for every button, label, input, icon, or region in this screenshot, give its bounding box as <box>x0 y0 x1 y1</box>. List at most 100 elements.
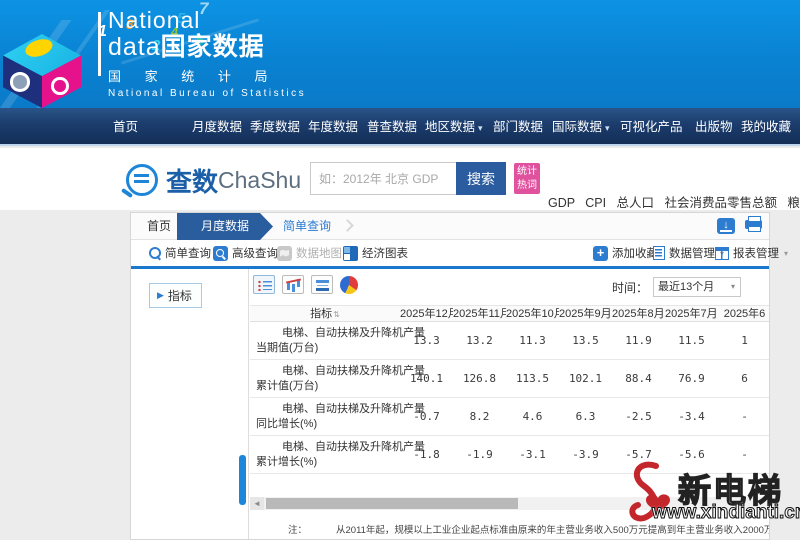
caret-down-icon: ▾ <box>784 249 788 258</box>
nav-item-quarterly[interactable]: 季度数据 <box>250 108 300 146</box>
download-icon[interactable]: ↓ <box>717 218 735 234</box>
nav-item-departments[interactable]: 部门数据 <box>493 108 543 146</box>
query-panel: 首页 月度数据 简单查询 ↓ 简单查询 高级查询 数据地图 经济图表 +添加收藏… <box>130 212 770 540</box>
cell-value: -2.5 <box>612 410 665 423</box>
column-header[interactable]: 2025年9月⇅ <box>559 306 612 321</box>
scroll-left-arrow-icon[interactable]: ◄ <box>250 497 264 510</box>
search-input[interactable] <box>310 162 456 195</box>
plus-icon: + <box>593 246 608 261</box>
column-header[interactable]: 2025年12月⇅ <box>400 306 453 321</box>
nav-item-publications[interactable]: 出版物 <box>695 108 733 146</box>
logo-divider-bar <box>98 12 101 76</box>
indicator-tree-button[interactable]: ▶指标 <box>149 283 202 308</box>
cell-value: 4.6 <box>506 410 559 423</box>
breadcrumb-simple-query[interactable]: 简单查询 <box>283 213 331 240</box>
column-header[interactable]: 2025年6 <box>718 306 769 321</box>
data-map-button[interactable]: 数据地图 <box>277 240 342 266</box>
chashu-search-bar: 查数 ChaShu 搜索 统计 热词 GDP CPI 总人口 社会消费品零售总额… <box>0 148 800 210</box>
column-header[interactable]: 2025年7月⇅ <box>665 306 718 321</box>
cell-value: -1.9 <box>453 448 506 461</box>
footnote: 注： 从2011年起，规模以上工业企业起点标准由原来的年主营业务收入500万元提… <box>250 519 769 539</box>
cube-swirl <box>51 77 68 95</box>
chashu-brand-cn: 查数 <box>166 162 218 199</box>
column-header[interactable]: 2025年10月⇅ <box>506 306 559 321</box>
economic-charts-button[interactable]: 经济图表 <box>343 240 408 266</box>
pie-chart-view-icon[interactable] <box>340 276 358 294</box>
advanced-search-icon <box>213 246 228 261</box>
column-header[interactable]: 2025年11月⇅ <box>453 306 506 321</box>
cell-value: -0.7 <box>400 410 453 423</box>
search-button[interactable]: 搜索 <box>456 162 506 195</box>
table-row: 电梯、自动扶梯及升降机产量同比增长(%) -0.7 8.2 4.6 6.3 -2… <box>250 398 769 436</box>
caret-down-icon: ▾ <box>731 278 735 296</box>
cell-value: -3.1 <box>506 448 559 461</box>
chashu-brand: 查数 ChaShu <box>126 162 301 198</box>
nav-item-international[interactable]: 国际数据▾ <box>552 108 610 146</box>
cell-value: 13.5 <box>559 334 612 347</box>
tab-monthly-data[interactable]: 月度数据 <box>177 213 273 240</box>
cell-value: 76.9 <box>665 372 718 385</box>
cell-value: 102.1 <box>559 372 612 385</box>
hot-words-badge: 统计 热词 <box>514 163 540 194</box>
vertical-scrollbar-thumb[interactable] <box>239 455 246 505</box>
arrow-right-icon: ▶ <box>157 290 164 301</box>
data-table-area: 时间： 最近13个月▾ 指标⇅ 2025年12月⇅ 2025年11月⇅ 2025… <box>250 269 769 539</box>
nav-item-visualization[interactable]: 可视化产品 <box>620 108 683 146</box>
row-label: 电梯、自动扶梯及升降机产量当期值(万台) <box>250 326 400 356</box>
time-range-control: 时间： 最近13个月▾ <box>612 277 741 297</box>
chashu-brand-en: ChaShu <box>218 167 301 194</box>
brand-chinese: 国家数据 <box>161 33 265 61</box>
nav-item-favorites[interactable]: 我的收藏 <box>741 108 791 146</box>
nav-item-home[interactable]: 首页 <box>113 108 138 146</box>
time-range-label: 时间： <box>612 279 648 296</box>
bureau-name-cn: 国 家 统 计 局 <box>108 66 306 85</box>
map-icon <box>277 246 292 261</box>
advanced-query-button[interactable]: 高级查询 <box>213 240 278 266</box>
site-logo-text: National data国家数据 国 家 统 计 局 National Bur… <box>108 8 306 99</box>
data-manage-button[interactable]: 数据管理▾ <box>653 240 724 266</box>
column-header[interactable]: 2025年8月⇅ <box>612 306 665 321</box>
bar-chart-view-icon[interactable] <box>282 275 304 294</box>
cell-value: 11.9 <box>612 334 665 347</box>
cell-value: 88.4 <box>612 372 665 385</box>
cell-value: -5.7 <box>612 448 665 461</box>
view-toggle-group <box>253 275 358 294</box>
table-row: 电梯、自动扶梯及升降机产量累计增长(%) -1.8 -1.9 -3.1 -3.9… <box>250 436 769 474</box>
query-toolbar: 简单查询 高级查询 数据地图 经济图表 +添加收藏 数据管理▾ 报表管理▾ <box>131 240 769 266</box>
nav-item-monthly[interactable]: 月度数据 <box>192 108 242 146</box>
horizontal-scrollbar-thumb[interactable] <box>266 498 518 509</box>
nbs-cube-logo <box>3 34 81 108</box>
footnote-prefix: 注： <box>288 522 307 536</box>
brand-english-line1: National <box>108 8 306 33</box>
nav-item-census[interactable]: 普查数据 <box>367 108 417 146</box>
sort-icon: ⇅ <box>333 310 340 319</box>
time-range-select[interactable]: 最近13个月▾ <box>653 277 741 297</box>
document-icon <box>653 246 665 260</box>
cell-value: -3.4 <box>665 410 718 423</box>
cell-value: 6.3 <box>559 410 612 423</box>
cell-value: 11.3 <box>506 334 559 347</box>
row-label: 电梯、自动扶梯及升降机产量累计增长(%) <box>250 440 400 470</box>
footnote-text: 从2011年起，规模以上工业企业起点标准由原来的年主营业务收入500万元提高到年… <box>336 522 769 536</box>
report-manage-button[interactable]: 报表管理▾ <box>715 240 788 266</box>
nav-item-regional[interactable]: 地区数据▾ <box>425 108 483 146</box>
horizontal-scrollbar[interactable]: ◄ <box>250 497 769 510</box>
simple-query-button[interactable]: 简单查询 <box>149 240 211 266</box>
table-grid-icon <box>715 247 729 260</box>
nav-item-annual[interactable]: 年度数据 <box>308 108 358 146</box>
hbar-chart-view-icon[interactable] <box>311 275 333 294</box>
print-icon[interactable] <box>745 220 762 229</box>
table-row: 电梯、自动扶梯及升降机产量累计值(万台) 140.1 126.8 113.5 1… <box>250 360 769 398</box>
cell-value: -5.6 <box>665 448 718 461</box>
cell-value: -1.8 <box>400 448 453 461</box>
cell-value: 13.2 <box>453 334 506 347</box>
chevron-right-icon <box>341 219 354 232</box>
bureau-name-en: National Bureau of Statistics <box>108 88 306 99</box>
breadcrumb-home[interactable]: 首页 <box>147 213 171 240</box>
chashu-magnifier-icon <box>126 164 158 196</box>
row-label: 电梯、自动扶梯及升降机产量同比增长(%) <box>250 402 400 432</box>
add-favorite-button[interactable]: +添加收藏 <box>593 240 658 266</box>
cell-value: 11.5 <box>665 334 718 347</box>
table-view-icon[interactable] <box>253 275 275 294</box>
column-header-indicator[interactable]: 指标⇅ <box>250 306 400 321</box>
